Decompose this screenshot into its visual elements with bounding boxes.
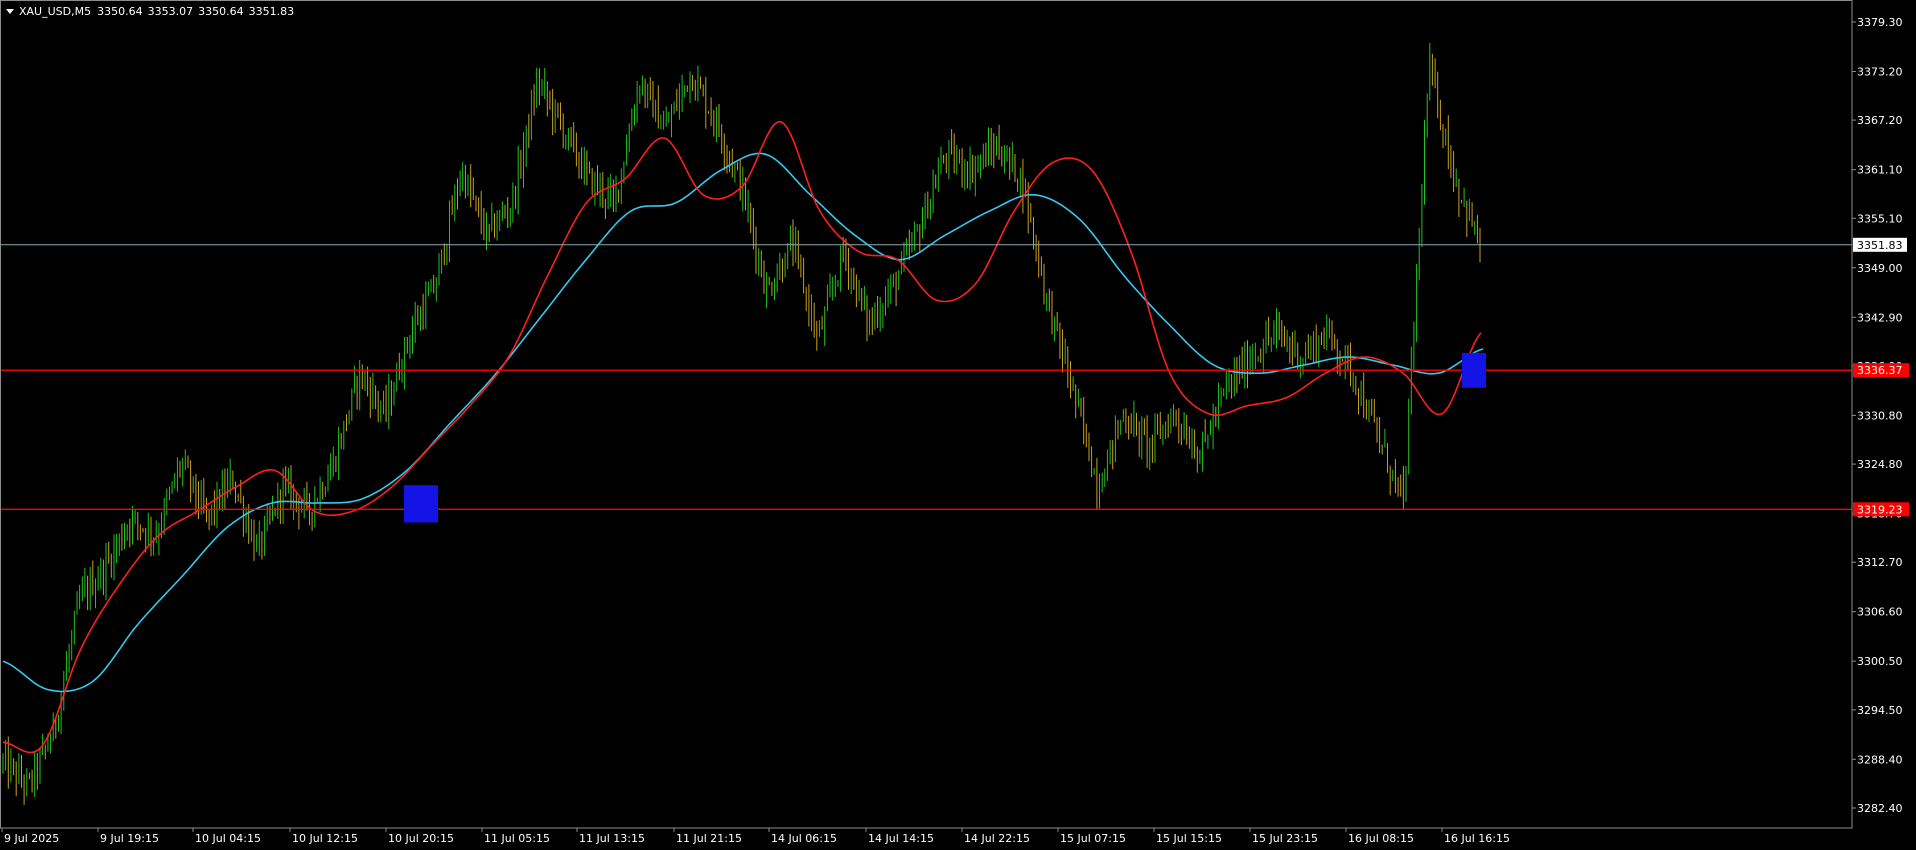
price-chart[interactable]: 3379.30 3373.20 3367.20 3361.10 3355.10 3349.… [0,0,1916,850]
x-tick-label: 14 Jul 06:15 [771,832,837,845]
y-tick-label: 3288.40 [1857,753,1903,766]
x-tick-label: 14 Jul 14:15 [868,832,934,845]
price-labels-layer: 3351.83 3336.37 3319.23 [1853,237,1909,517]
y-tick-label: 3312.70 [1857,556,1903,569]
x-tick-label: 11 Jul 13:15 [579,832,645,845]
low-value: 3350.64 [198,5,244,18]
signal-zone-box[interactable] [1462,352,1486,388]
x-tick-label: 10 Jul 20:15 [388,832,454,845]
y-tick-label: 3342.90 [1857,311,1903,324]
x-tick-label: 11 Jul 21:15 [676,832,742,845]
y-tick-label: 3306.60 [1857,606,1903,619]
high-value: 3353.07 [147,5,194,18]
time-axis[interactable]: 9 Jul 2025 9 Jul 19:15 10 Jul 04:15 10 Jul … [0,827,1852,845]
level-label: 3336.37 [1857,364,1903,377]
symbol-header[interactable]: XAU_USD,M5 3350.64 3353.07 3350.64 3351.… [6,5,299,18]
y-tick-label: 3373.20 [1857,66,1903,79]
x-tick-label: 14 Jul 22:15 [964,832,1030,845]
x-tick-label: 15 Jul 15:15 [1156,832,1222,845]
y-tick-label: 3379.30 [1857,16,1903,29]
y-tick-label: 3349.00 [1857,262,1903,275]
x-tick-label: 10 Jul 04:15 [195,832,261,845]
symbol-timeframe: XAU_USD,M5 [19,5,92,18]
y-tick-label: 3300.50 [1857,655,1903,668]
y-tick-label: 3361.10 [1857,164,1903,177]
plot-area[interactable] [0,0,1852,828]
x-tick-label: 10 Jul 12:15 [292,832,358,845]
collapse-triangle-icon[interactable] [6,9,14,14]
y-tick-label: 3324.80 [1857,458,1903,471]
x-tick-label: 9 Jul 2025 [4,832,59,845]
y-tick-label: 3355.10 [1857,212,1903,225]
x-tick-label: 11 Jul 05:15 [484,832,550,845]
y-tick-label: 3294.50 [1857,704,1903,717]
y-tick-label: 3282.40 [1857,802,1903,815]
x-tick-label: 16 Jul 16:15 [1444,832,1510,845]
price-axis[interactable]: 3379.30 3373.20 3367.20 3361.10 3355.10 3349.… [1852,16,1903,815]
current-price-label: 3351.83 [1857,239,1903,252]
close-value: 3351.83 [248,5,295,18]
y-tick-label: 3330.80 [1857,409,1903,422]
open-value: 3350.64 [97,5,143,18]
x-tick-label: 9 Jul 19:15 [100,832,159,845]
x-tick-label: 15 Jul 23:15 [1252,832,1318,845]
chart-window[interactable]: 3379.30 3373.20 3367.20 3361.10 3355.10 3349.… [0,0,1916,850]
x-tick-label: 16 Jul 08:15 [1348,832,1414,845]
signal-zone-box[interactable] [404,485,438,523]
y-tick-label: 3367.20 [1857,114,1903,127]
x-tick-label: 15 Jul 07:15 [1060,832,1126,845]
level-label: 3319.23 [1857,503,1903,516]
